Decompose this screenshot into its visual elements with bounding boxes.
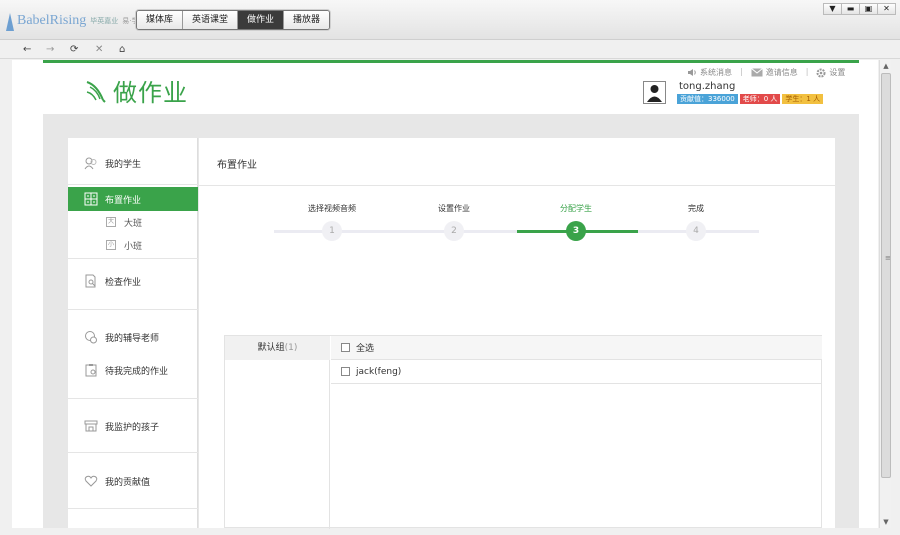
scroll-down-icon[interactable]: ▼: [880, 516, 892, 528]
page-brand: 做作业: [85, 73, 188, 108]
stop-icon[interactable]: ✕: [95, 44, 103, 56]
app-logo: BabelRising 毕英嘉业 易·学: [4, 10, 138, 32]
sidebar-item-my-pending-homework[interactable]: 待我完成的作业: [68, 358, 198, 382]
vertical-scrollbar[interactable]: ▲ ≡ ▼: [879, 60, 891, 528]
sidebar-item-my-contribution[interactable]: 我的贡献值: [68, 469, 198, 493]
refresh-icon[interactable]: ⟳: [70, 44, 78, 56]
student-assignment-table: 默认组(1) 全选 jack(feng): [224, 335, 822, 529]
username: tong.zhang: [679, 81, 736, 92]
select-all-checkbox[interactable]: [341, 343, 350, 352]
scroll-thumb[interactable]: ≡: [881, 73, 891, 478]
logo-text: BabelRising: [17, 13, 87, 28]
tutor-icon: [85, 331, 97, 344]
sidebar-subitem-big-class[interactable]: 大 大班: [106, 215, 142, 229]
group-column: 默认组(1): [225, 336, 330, 529]
store-icon: [84, 420, 98, 432]
sidebar-item-check-homework[interactable]: 检查作业: [68, 269, 198, 293]
back-icon[interactable]: ←: [23, 44, 31, 56]
table-row: jack(feng): [331, 360, 822, 384]
page-content: 做作业 系统消息 | 邀请信息 | 设置 tong.zhang 贡献值：3360…: [12, 60, 878, 529]
main-nav-tabs: 媒体库 英语课堂 做作业 播放器: [136, 10, 331, 30]
minimize-icon[interactable]: ▬: [841, 3, 860, 15]
clipboard-icon: [85, 364, 97, 377]
system-messages-link[interactable]: 系统消息: [687, 67, 732, 78]
big-class-icon: 大: [106, 217, 116, 227]
step-label-4: 完成: [688, 204, 704, 213]
heart-icon: [84, 475, 98, 487]
sidebar-subitem-small-class[interactable]: 小 小班: [106, 238, 142, 252]
step-label-2: 设置作业: [438, 204, 470, 213]
logo-subtitle: 毕英嘉业: [90, 17, 119, 25]
page-title: 做作业: [113, 79, 188, 107]
forward-icon[interactable]: →: [46, 44, 54, 56]
envelope-icon: [750, 68, 763, 77]
select-all-row: 全选: [331, 336, 822, 360]
sidebar-item-my-children[interactable]: 我监护的孩子: [68, 414, 198, 438]
tab-media-library[interactable]: 媒体库: [137, 11, 184, 29]
speaker-icon: [688, 69, 696, 76]
tower-logo-icon: [4, 11, 14, 31]
step-circle-4: 4: [686, 221, 706, 241]
student-checkbox[interactable]: [341, 367, 350, 376]
settings-link[interactable]: 设置: [816, 67, 845, 78]
teachers-badge: 老师：0 人: [739, 94, 781, 104]
scroll-up-icon[interactable]: ▲: [880, 60, 892, 72]
sidebar-item-assign-homework[interactable]: 布置作业: [68, 187, 198, 211]
gear-icon: [816, 68, 826, 77]
top-accent-line: [43, 60, 859, 63]
sidebar-item-my-students[interactable]: 我的学生: [68, 151, 198, 175]
step-progress: 选择视频音频 设置作业 分配学生 完成 1 2 3 4: [199, 138, 835, 258]
sidebar: 我的学生 布置作业 大 大班 小 小班 检查作业 我的辅导老师 待我完成的作业 …: [68, 138, 198, 528]
document-search-icon: [85, 274, 96, 288]
grid-icon: [84, 192, 98, 206]
tab-english-class[interactable]: 英语课堂: [183, 11, 239, 29]
step-track-completed: [274, 230, 517, 233]
group-default[interactable]: 默认组(1): [225, 336, 330, 360]
small-class-icon: 小: [106, 240, 116, 250]
window-controls: ▼ ▬ ▣ ✕: [823, 3, 896, 15]
invites-link[interactable]: 邀请信息: [750, 67, 798, 78]
tab-homework[interactable]: 做作业: [238, 11, 285, 29]
student-name: jack(feng): [356, 366, 402, 377]
maximize-icon[interactable]: ▣: [859, 3, 878, 15]
contribution-badge: 贡献值：336000: [677, 94, 738, 104]
browser-toolbar: ← → ⟳ ✕ ⌂: [0, 41, 900, 59]
group-count: (1): [284, 343, 298, 353]
students-badge: 学生：1 人: [782, 94, 824, 104]
leaf-brand-icon: [86, 80, 106, 103]
user-badges: 贡献值：336000 老师：0 人 学生：1 人: [677, 94, 824, 104]
select-all-label: 全选: [356, 344, 375, 354]
avatar[interactable]: [643, 81, 666, 104]
step-circle-1: 1: [322, 221, 342, 241]
menu-dropdown-icon[interactable]: ▼: [823, 3, 842, 15]
main-panel: 布置作业 选择视频音频 设置作业 分配学生 完成 1 2 3 4 默认组(1) …: [199, 138, 835, 529]
step-label-3: 分配学生: [560, 204, 592, 213]
step-circle-2: 2: [444, 221, 464, 241]
tab-player[interactable]: 播放器: [284, 11, 330, 29]
user-silhouette-icon: [647, 85, 662, 102]
sidebar-item-my-tutors[interactable]: 我的辅导老师: [68, 325, 198, 349]
users-icon: [84, 157, 97, 170]
step-label-1: 选择视频音频: [308, 204, 356, 213]
home-icon[interactable]: ⌂: [119, 44, 125, 56]
header-links: 系统消息 | 邀请信息 | 设置: [687, 67, 845, 78]
close-icon[interactable]: ✕: [877, 3, 896, 15]
title-bar: BabelRising 毕英嘉业 易·学 媒体库 英语课堂 做作业 播放器 ▼ …: [0, 0, 900, 40]
step-circle-3: 3: [566, 221, 586, 241]
